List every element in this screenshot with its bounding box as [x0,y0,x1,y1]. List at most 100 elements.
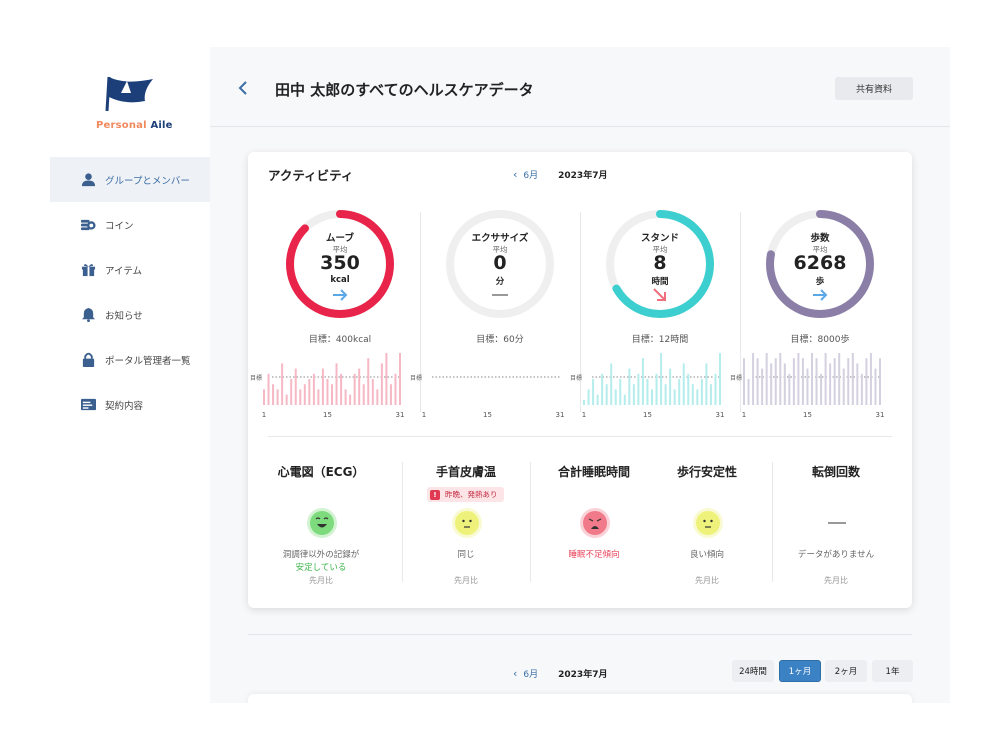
daily-bar [829,363,832,405]
daily-bar [687,373,690,405]
daily-bar [331,384,333,405]
share-button[interactable]: 共有資料 [835,77,913,100]
range-1month-button[interactable]: 1ヶ月 [779,660,821,682]
next-section-card [248,694,912,703]
daily-bar [824,353,827,405]
goal-line-label: 目標 [410,374,422,382]
daily-bar [655,373,658,405]
daily-bar [756,358,759,405]
fever-warning-badge: ! 昨晩、発熱あり [427,487,504,502]
daily-bar [856,363,859,405]
daily-bar [714,373,717,405]
trend-flat-icon [813,289,828,301]
daily-bar [770,363,773,405]
sidebar: Personal Aile グループとメンバー コイン アイテム お知らせ ポー… [50,47,210,703]
neutral-face-icon [452,508,482,538]
health-compare-label: 先月比 [695,576,719,585]
health-title: 合計睡眠時間 [557,465,630,479]
contract-icon [80,397,96,413]
x-tick-label: 1 [262,411,266,419]
daily-bar [806,368,809,405]
daily-bar [851,353,854,405]
face-circle [696,511,720,535]
daily-bar [869,353,872,405]
prev-month-button[interactable]: ‹ 6月 [513,168,538,181]
metric-exercise[interactable]: エクササイズ 平均 0 分 目標：60分 目標 1 15 31 [408,207,568,419]
sidebar-item-label: 契約内容 [105,400,144,412]
sidebar-item-groups[interactable]: グループとメンバー [50,157,210,202]
current-month-label: 2023年7月 [558,171,608,181]
x-tick-label: 15 [803,411,812,419]
daily-bar [380,363,383,405]
section-divider [248,634,912,635]
daily-bar [696,389,699,405]
daily-bar [709,384,712,405]
goal-line-label: 目標 [250,374,262,382]
daily-bar [628,368,631,405]
daily-bar [779,353,782,405]
health-walking-stability[interactable]: 歩行安定性 良い傾向 先月比 [642,457,772,587]
health-fall-count[interactable]: 転倒回数 データがありません 先月比 [771,457,901,587]
range-1year-button[interactable]: 1年 [872,660,913,682]
health-title: 転倒回数 [811,465,860,479]
move-daily-chart: 目標 1 15 31 [250,353,404,419]
sidebar-item-label: ポータル管理者一覧 [105,355,191,367]
sidebar-item-notifications[interactable]: お知らせ [50,292,210,337]
range-2month-button[interactable]: 2ヶ月 [825,660,867,682]
daily-bar [394,373,397,405]
daily-bar [349,394,352,405]
daily-bar [605,384,608,405]
back-chevron-icon[interactable] [236,80,250,96]
sidebar-item-label: アイテム [105,265,143,277]
daily-bar [263,389,265,405]
main-content: 田中 太郎のすべてのヘルスケアデータ 共有資料 アクティビティ ‹ 6月 202… [210,47,950,703]
sidebar-item-coins[interactable]: コイン [50,202,210,247]
daily-bar [344,389,347,405]
activity-card: アクティビティ ‹ 6月 2023年7月 ムーブ 平均 350 kcal 目標：… [248,152,912,608]
health-sleep[interactable]: 合計睡眠時間 睡眠不足傾向 [529,457,659,587]
metric-steps[interactable]: 歩数 平均 6268 歩 目標：8000歩 目標 1 15 31 [728,207,888,419]
health-status: データがありません [771,549,901,562]
happy-face-icon [307,508,337,538]
daily-bar [399,353,401,405]
sidebar-item-items[interactable]: アイテム [50,247,210,292]
daily-bar [601,373,604,405]
daily-bar [651,389,653,405]
sidebar-item-portal-admins[interactable]: ポータル管理者一覧 [50,337,210,382]
metric-move[interactable]: ムーブ 平均 350 kcal 目標：400kcal 目標 1 15 31 [248,207,408,419]
metric-value: 350 [320,252,360,274]
daily-bar [669,368,672,405]
daily-bar [632,384,635,405]
steps-daily-chart: 目標 1 15 31 [730,353,884,419]
x-tick-label: 1 [742,411,746,419]
metric-value: 8 [653,252,667,274]
daily-bar [752,353,755,405]
current-month-label: 2023年7月 [558,670,608,680]
prev-month-label: 6月 [523,670,539,680]
x-tick-label: 31 [556,411,565,419]
health-ecg[interactable]: 心電図（ECG） 洞調律以外の記録が 安定している 先月比 [256,457,386,587]
metric-goal: 目標：12時間 [631,335,689,345]
range-24h-button[interactable]: 24時間 [732,660,774,682]
sidebar-item-label: コイン [105,220,134,232]
metric-stand[interactable]: スタンド 平均 8 時間 目標：12時間 目標 1 15 31 [568,207,728,419]
prev-month-button[interactable]: ‹ 6月 [513,667,538,680]
daily-bar [583,399,585,405]
section-divider [268,436,892,437]
metric-unit: 歩 [815,277,825,287]
daily-bar [673,389,676,405]
goal-line-label: 目標 [570,374,582,382]
health-wrist-temp[interactable]: 手首皮膚温 ! 昨晩、発熱あり 同じ 先月比 [401,457,531,587]
metric-name: エクササイズ [471,233,529,244]
daily-bar [285,394,288,405]
metric-value: 0 [493,252,507,274]
daily-bar [788,373,791,405]
daily-bar [865,358,868,405]
sad-face-icon [580,508,610,538]
sidebar-item-contract[interactable]: 契約内容 [50,382,210,427]
daily-bar [358,368,361,405]
goal-line-label: 目標 [730,374,742,382]
metric-unit: kcal [330,275,350,285]
no-data-dash-icon [828,522,846,524]
daily-bar [385,353,388,405]
